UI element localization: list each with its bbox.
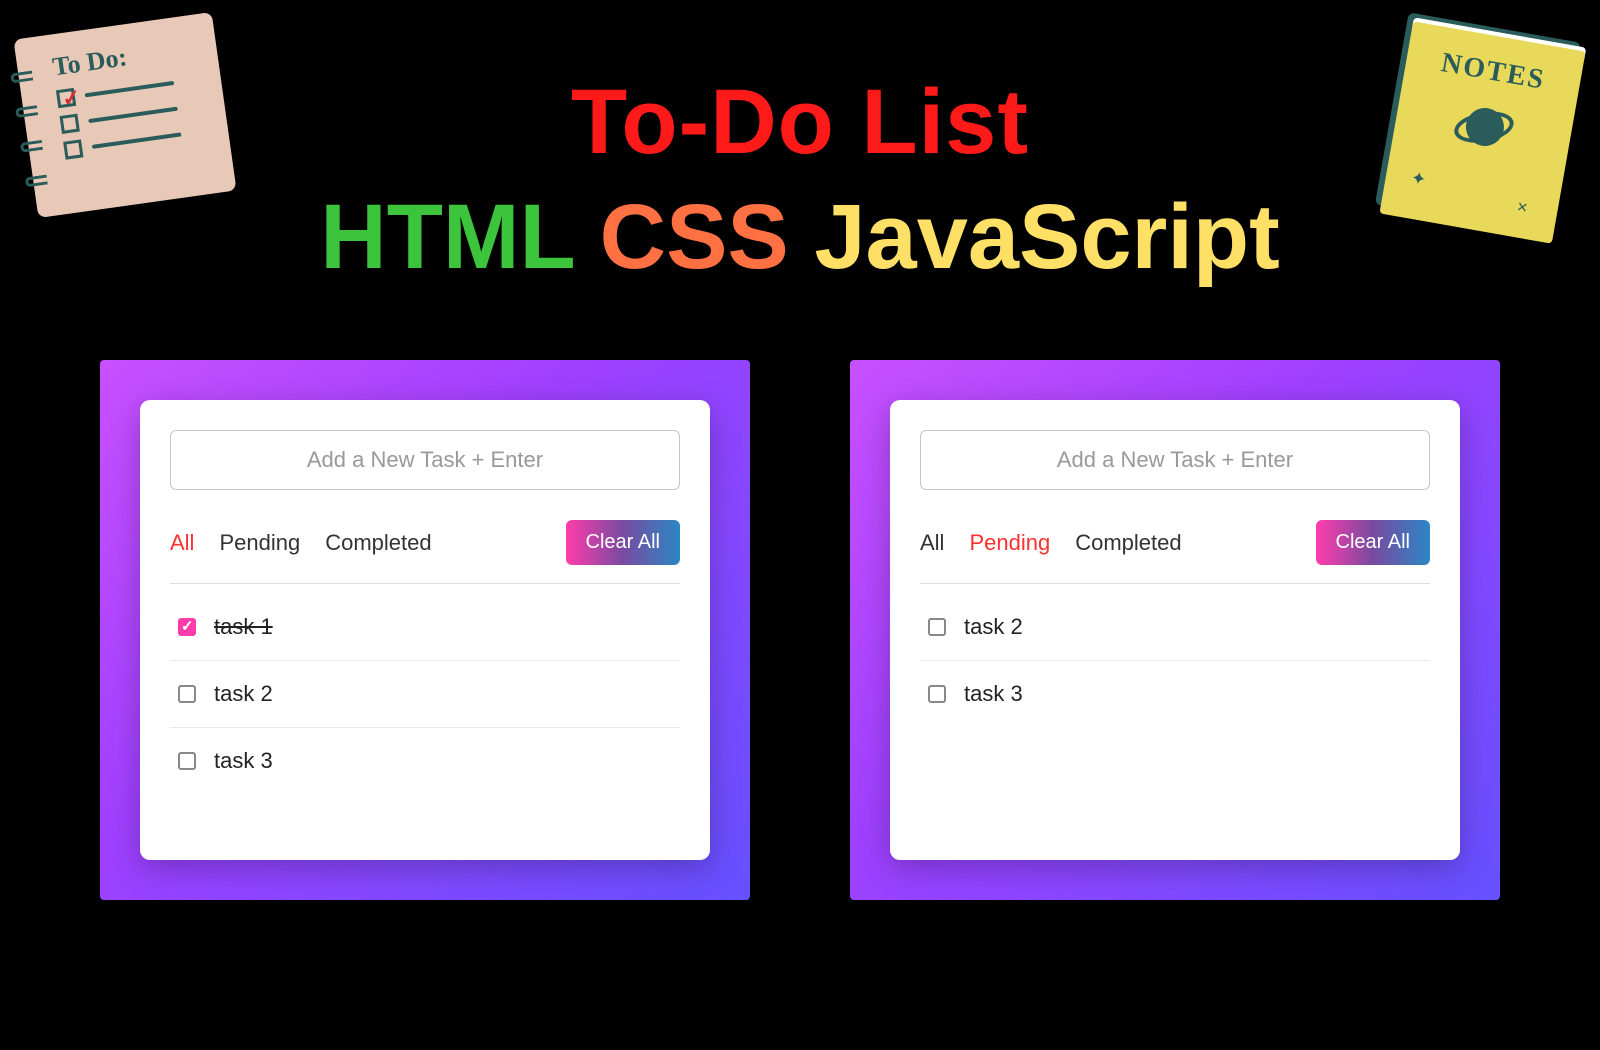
task-item: task 3	[920, 661, 1430, 727]
task-checkbox[interactable]	[178, 618, 196, 636]
task-checkbox[interactable]	[178, 685, 196, 703]
filter-tab-all[interactable]: All	[920, 530, 944, 556]
todo-note-icon: To Do: ✓	[13, 12, 236, 218]
notes-book-label: NOTES	[1439, 47, 1548, 97]
filter-tab-completed[interactable]: Completed	[325, 530, 431, 556]
subtitle-js: JavaScript	[814, 186, 1279, 288]
panel-right: All Pending Completed Clear All task 2 task 3	[850, 360, 1500, 900]
subtitle-html: HTML	[320, 186, 574, 288]
notes-book-icon: NOTES ✦ ×	[1379, 21, 1585, 243]
page-title: To-Do List	[0, 70, 1600, 175]
task-item: task 1	[170, 594, 680, 661]
task-label: task 2	[964, 614, 1023, 640]
filter-tab-pending[interactable]: Pending	[969, 530, 1050, 556]
panel-left: All Pending Completed Clear All task 1 task 2…	[100, 360, 750, 900]
task-item: task 2	[920, 594, 1430, 661]
subtitle-css: CSS	[600, 186, 789, 288]
filter-tab-all[interactable]: All	[170, 530, 194, 556]
task-checkbox[interactable]	[178, 752, 196, 770]
filter-tab-pending[interactable]: Pending	[219, 530, 300, 556]
task-label: task 3	[214, 748, 273, 774]
clear-all-button[interactable]: Clear All	[1316, 520, 1430, 565]
new-task-input[interactable]	[170, 430, 680, 490]
task-checkbox[interactable]	[928, 618, 946, 636]
task-item: task 2	[170, 661, 680, 728]
task-label: task 3	[964, 681, 1023, 707]
clear-all-button[interactable]: Clear All	[566, 520, 680, 565]
task-label: task 2	[214, 681, 273, 707]
filter-tab-completed[interactable]: Completed	[1075, 530, 1181, 556]
task-item: task 3	[170, 728, 680, 794]
page-subtitle: HTML CSS JavaScript	[0, 185, 1600, 290]
task-label: task 1	[214, 614, 273, 640]
new-task-input[interactable]	[920, 430, 1430, 490]
task-checkbox[interactable]	[928, 685, 946, 703]
